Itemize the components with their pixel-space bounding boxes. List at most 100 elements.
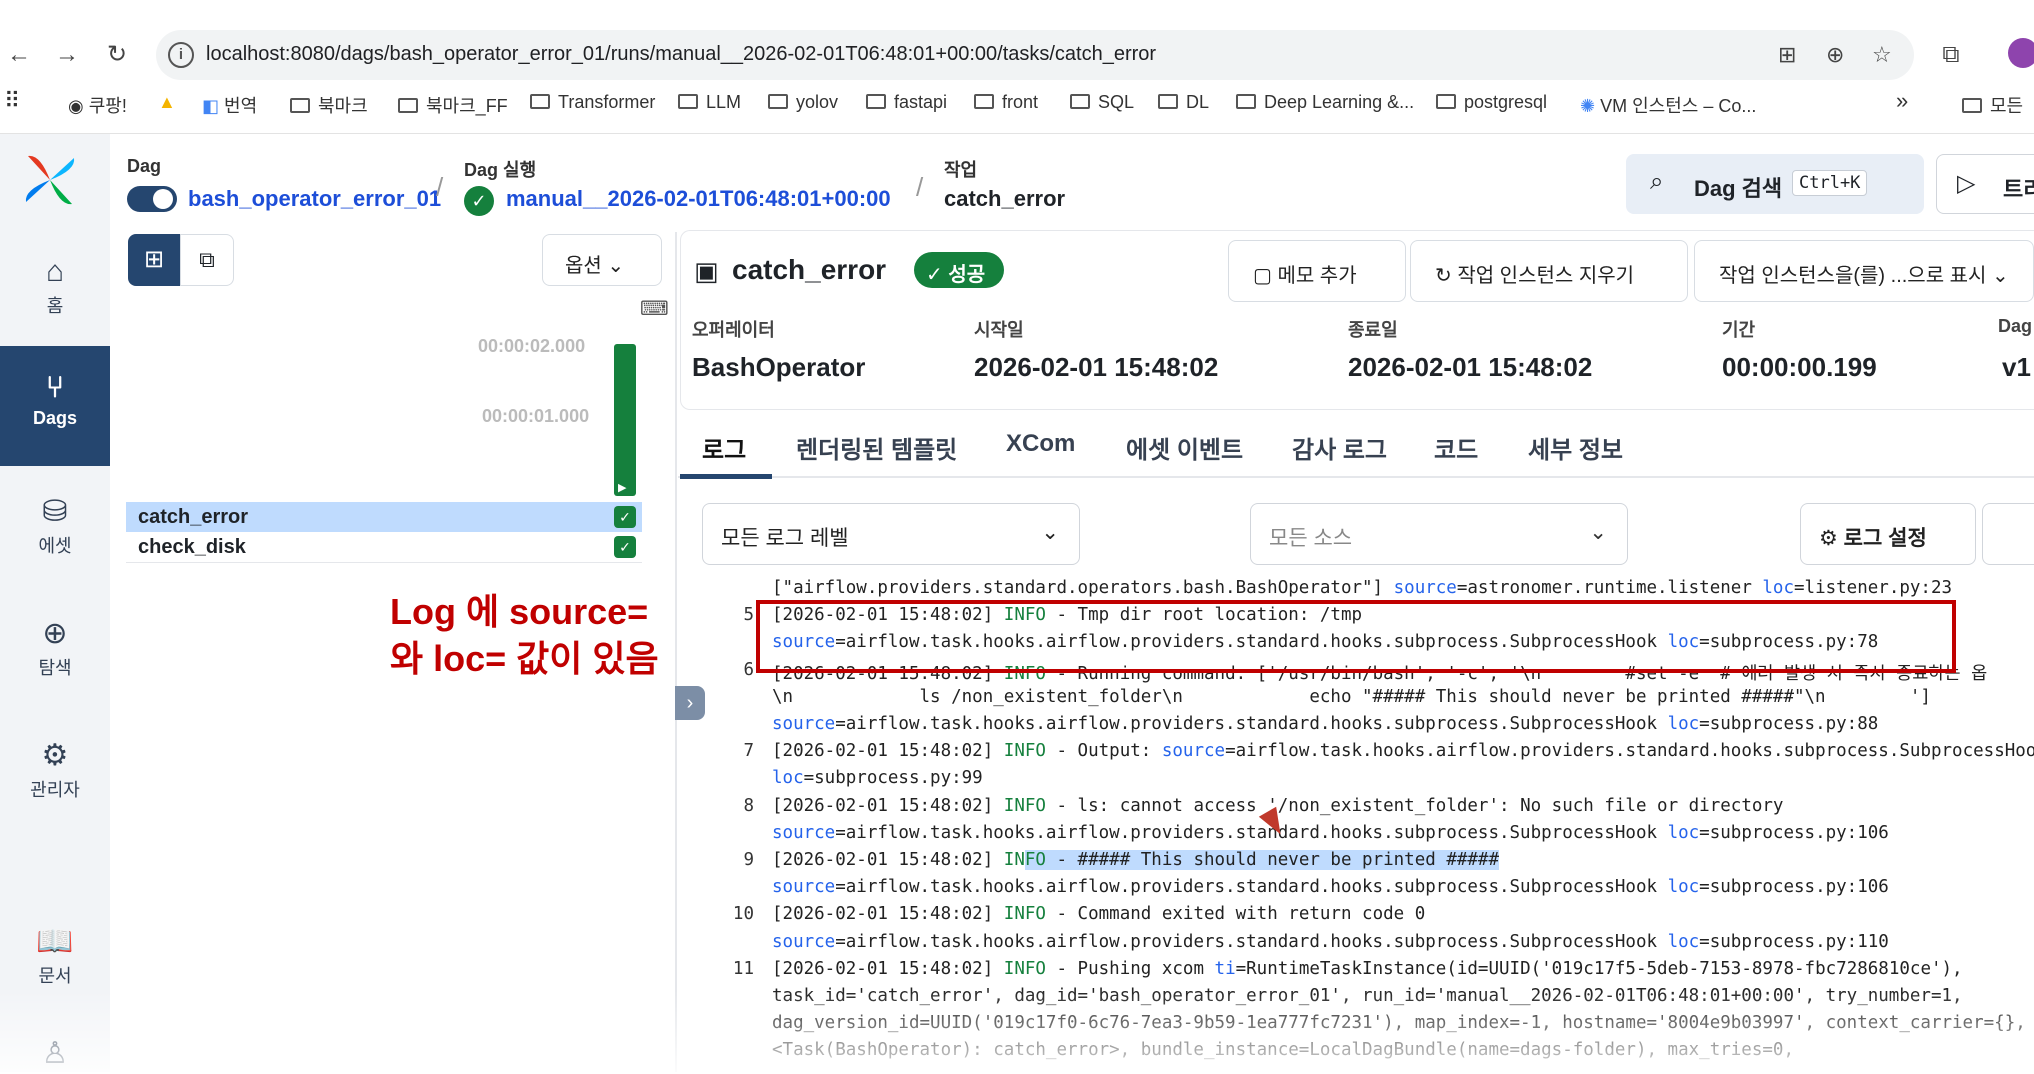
nav-docs[interactable]: 📖 문서 <box>0 916 110 1006</box>
star-icon[interactable]: ☆ <box>1872 42 1892 68</box>
breadcrumb-dag-link[interactable]: bash_operator_error_01 <box>188 186 441 212</box>
options-dropdown[interactable]: 옵션 ⌄ <box>542 234 662 286</box>
nav-home[interactable]: ⌂ 홈 <box>0 246 110 336</box>
bookmark-folder[interactable]: fastapi <box>866 92 947 113</box>
task-row-catch-error[interactable]: catch_error <box>126 502 642 532</box>
dag-pause-toggle[interactable] <box>127 186 177 212</box>
grid-view-button[interactable]: ⊞ <box>128 234 180 286</box>
log-source-select[interactable]: 모든 소스 ⌄ <box>1250 503 1628 565</box>
nav-user[interactable]: ♙ <box>0 1034 110 1074</box>
tab-xcom[interactable]: XCom <box>1006 430 1075 458</box>
bookmark-folder[interactable]: DL <box>1158 92 1209 113</box>
start-label: 시작일 <box>974 320 1024 340</box>
grid-icon: ⊞ <box>143 246 165 273</box>
keyboard-icon[interactable]: ⌨ <box>640 296 669 321</box>
bookmark-item[interactable]: ✺ VM 인스턴스 – Co... <box>1580 92 1756 118</box>
log-line-number: 5 <box>743 605 754 626</box>
bookmark-folder[interactable]: SQL <box>1070 92 1134 113</box>
url-text[interactable]: localhost:8080/dags/bash_operator_error_… <box>206 43 1156 66</box>
bookmark-folder[interactable]: LLM <box>678 92 741 113</box>
bookmark-folder[interactable]: Deep Learning &... <box>1236 92 1414 113</box>
extensions-icon[interactable]: ⧉ <box>1936 40 1966 70</box>
bookmark-folder[interactable]: postgresql <box>1436 92 1547 113</box>
bookmark-item[interactable]: ▲ <box>158 92 176 113</box>
folder-icon <box>768 94 788 109</box>
bookmark-item[interactable]: ◉ 쿠팡! <box>68 92 127 118</box>
trigger-button[interactable]: ▷ 트리 <box>1936 154 2034 214</box>
bookmark-folder[interactable]: 북마크 <box>290 92 368 118</box>
log-segment: [2026-02-01 15:48:02] <box>772 795 1004 816</box>
log-segment: =airflow.task.hooks.airflow.providers.st… <box>835 822 1668 843</box>
log-segment: ["airflow.providers.standard.operators.b… <box>772 578 1394 598</box>
zoom-icon[interactable]: ⊕ <box>1826 42 1844 68</box>
tab-details[interactable]: 세부 정보 <box>1528 430 1623 465</box>
log-segment: =subprocess.py:110 <box>1699 931 1889 952</box>
chevron-right-icon: › <box>686 692 694 714</box>
log-line: <Task(BashOperator): catch_error>, bundl… <box>700 1040 2034 1067</box>
run-duration-bar[interactable]: ▶ <box>614 344 636 496</box>
run-success-icon: ✓ <box>464 186 494 216</box>
home-icon: ⌂ <box>45 255 65 288</box>
log-line: \n ls /non_existent_folder\n echo "#####… <box>700 687 2034 714</box>
log-level: INFO <box>1003 958 1046 979</box>
log-level-select[interactable]: 모든 로그 레벨 ⌄ <box>702 503 1080 565</box>
nav-browse[interactable]: ⊕ 탐색 <box>0 608 110 698</box>
nav-dags[interactable]: ⑂ Dags <box>0 346 110 466</box>
log-line: 8 [2026-02-01 15:48:02] INFO - ls: cannot… <box>700 796 2034 823</box>
log-key: source <box>772 714 836 734</box>
log-segment: - Command exited with return code 0 <box>1045 904 1426 925</box>
reload-icon[interactable]: ↻ <box>102 40 132 70</box>
more-bookmarks-icon[interactable]: » <box>1896 88 1908 114</box>
site-info-icon[interactable]: i <box>168 42 194 68</box>
translate-icon[interactable]: ⊞ <box>1778 42 1796 68</box>
task-success-icon[interactable]: ✓ <box>614 536 636 558</box>
log-key: source <box>1161 741 1226 762</box>
mark-as-dropdown[interactable]: 작업 인스턴스을(를) ...으로 표시 ⌄ <box>1694 240 2034 302</box>
profile-avatar[interactable] <box>2008 38 2034 68</box>
more-options-button[interactable] <box>1982 503 2034 565</box>
log-line-text: source=airflow.task.hooks.airflow.provid… <box>772 932 1889 952</box>
folder-icon <box>866 94 886 109</box>
tab-asset-events[interactable]: 에셋 이벤트 <box>1126 430 1243 465</box>
add-note-button[interactable]: ▢ 메모 추가 <box>1228 240 1406 302</box>
bookmark-item[interactable]: ◧ 번역 <box>202 92 257 118</box>
forward-icon[interactable]: → <box>52 40 82 70</box>
bookmark-label: postgresql <box>1464 92 1548 112</box>
clear-task-instance-button[interactable]: ↻ 작업 인스턴스 지우기 <box>1410 240 1688 302</box>
back-icon[interactable]: ← <box>4 40 34 70</box>
log-line: 10 [2026-02-01 15:48:02] INFO - Command e… <box>700 904 2034 931</box>
task-row-check-disk[interactable]: check_disk <box>126 532 642 562</box>
bookmark-label: VM 인스턴스 – Co... <box>1600 96 1757 116</box>
log-line-number: 11 <box>732 958 754 979</box>
divider <box>126 562 642 563</box>
search-shortcut: Ctrl+K <box>1792 170 1868 196</box>
nav-label: 에셋 <box>38 536 72 556</box>
log-line: loc=subprocess.py:99 <box>700 768 2034 795</box>
address-bar[interactable]: i localhost:8080/dags/bash_operator_erro… <box>156 30 1914 80</box>
bookmark-folder[interactable]: 모든 <box>1962 92 2023 118</box>
airflow-logo[interactable] <box>20 150 80 210</box>
tab-audit-log[interactable]: 감사 로그 <box>1292 430 1387 465</box>
log-segment: task_id='catch_error', dag_id='bash_oper… <box>772 986 1963 1006</box>
log-line: source=airflow.task.hooks.airflow.provid… <box>700 932 2034 959</box>
bookmark-folder[interactable]: 북마크_FF <box>398 92 508 118</box>
graph-view-button[interactable]: ⧉ <box>180 234 234 286</box>
task-success-icon[interactable]: ✓ <box>614 506 636 528</box>
breadcrumb-run-link[interactable]: manual__2026-02-01T06:48:01+00:00 <box>506 186 891 212</box>
nav-assets[interactable]: ⛁ 에셋 <box>0 486 110 576</box>
log-line: 9 [2026-02-01 15:48:02] INFO - ##### This… <box>700 850 2034 877</box>
breadcrumb-run-label: Dag 실행 <box>464 160 537 180</box>
bookmark-folder[interactable]: yolov <box>768 92 838 113</box>
status-badge: ✓ 성공 <box>914 252 1004 288</box>
tab-logs[interactable]: 로그 <box>702 430 746 465</box>
bookmark-folder[interactable]: front <box>974 92 1038 113</box>
nav-admin[interactable]: ⚙ 관리자 <box>0 730 110 820</box>
tab-code[interactable]: 코드 <box>1434 430 1478 465</box>
log-segment: =astronomer.runtime.listener <box>1456 578 1763 598</box>
log-settings-button[interactable]: ⚙ 로그 설정 <box>1800 503 1976 565</box>
dag-search-button[interactable]: ⌕ Dag 검색 Ctrl+K <box>1626 154 1924 214</box>
log-line-text: [2026-02-01 15:48:02] INFO - Output: sou… <box>772 741 2034 761</box>
apps-icon[interactable]: ⠿ <box>4 88 20 114</box>
tab-rendered-template[interactable]: 렌더링된 템플릿 <box>796 430 957 465</box>
bookmark-folder[interactable]: Transformer <box>530 92 655 113</box>
